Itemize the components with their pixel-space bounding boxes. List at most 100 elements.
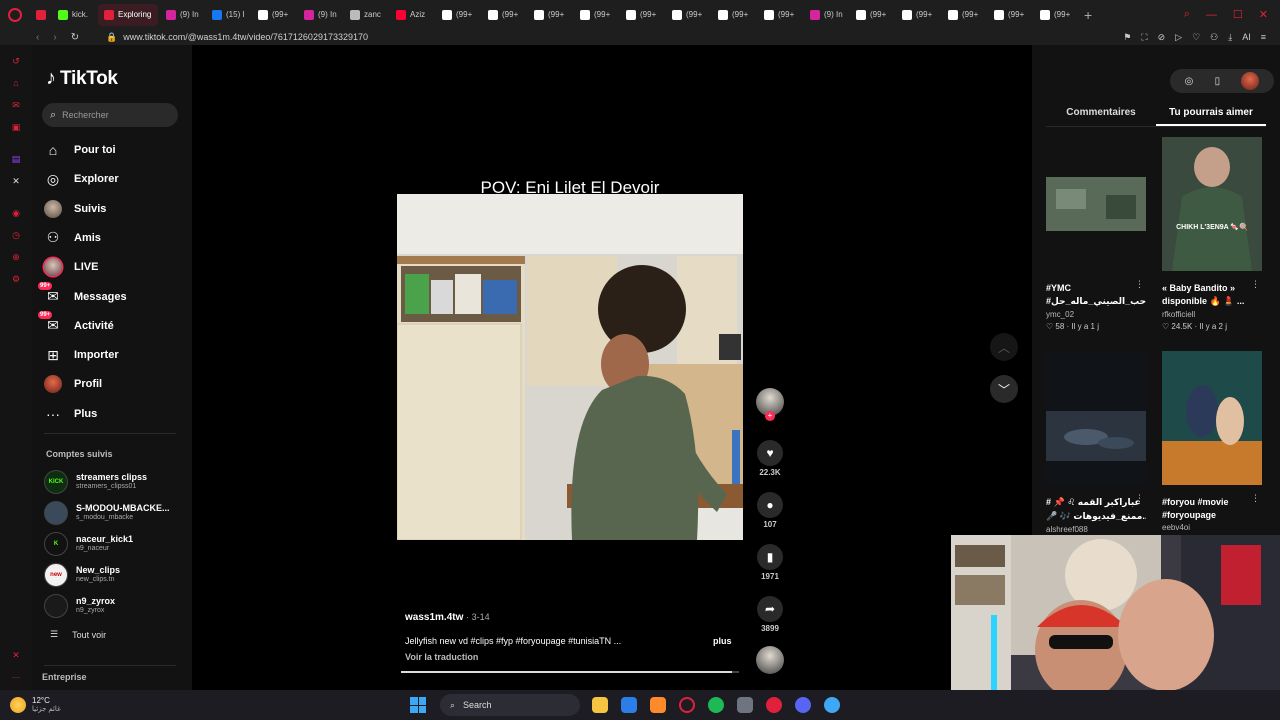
messenger-icon[interactable]: ✉: [10, 99, 22, 111]
search-tabs-icon[interactable]: ⌕: [1184, 8, 1190, 21]
x-icon[interactable]: ✕: [10, 175, 22, 187]
forward-icon[interactable]: ›: [53, 32, 56, 43]
video-thumbnail[interactable]: CHIKH L'3EN9A 🍬🍭: [1162, 137, 1262, 271]
reload-icon[interactable]: ↻: [71, 32, 79, 43]
suggested-video-card[interactable]: CHIKH L'3EN9A 🍬🍭 ⋮ « Baby Bandito » disponi…: [1162, 137, 1262, 331]
taskbar-app-icon[interactable]: [708, 697, 724, 713]
mail-icon[interactable]: ▣: [10, 121, 22, 133]
share-button[interactable]: ➦ 3899: [752, 596, 788, 633]
nav-item-messages[interactable]: ✉ 99+ Messages: [38, 281, 184, 308]
nav-item-pourtoi[interactable]: ⌂ Pour toi: [44, 139, 184, 161]
user-avatar[interactable]: [1241, 72, 1260, 90]
more-options-icon[interactable]: ⋮: [1251, 493, 1260, 504]
browser-tab[interactable]: (99+: [574, 4, 618, 26]
taskbar-app-icon[interactable]: [737, 697, 753, 713]
compass-icon[interactable]: ◎: [1185, 76, 1194, 87]
suggested-video-card[interactable]: ⋮ #YMC #حب_الصيني_ماله_حل... ymc_02 ♡ 58 · I…: [1046, 137, 1146, 331]
shopping-icon[interactable]: ⌂: [10, 77, 22, 89]
settings-icon[interactable]: ⚙: [10, 273, 22, 285]
extensions-icon[interactable]: ✕: [10, 649, 22, 661]
video-thumbnail[interactable]: [1162, 351, 1262, 485]
suggested-video-card[interactable]: ⋮ #foryou #movie #foryoupage eebv4oi: [1162, 351, 1262, 532]
download-icon[interactable]: ⤓: [1228, 32, 1232, 43]
like-button[interactable]: ♥ 22.3K: [752, 440, 788, 477]
account-icon[interactable]: ⚇: [1210, 32, 1218, 43]
clock-icon[interactable]: ◷: [10, 229, 22, 241]
music-disc[interactable]: [752, 646, 788, 674]
more-options-icon[interactable]: ⋮: [1135, 493, 1144, 504]
player-icon[interactable]: ◉: [10, 207, 22, 219]
more-button[interactable]: plus: [713, 636, 732, 646]
adblock-icon[interactable]: ⊘: [1158, 32, 1166, 43]
browser-tab[interactable]: (99+: [482, 4, 526, 26]
taskbar-app-icon[interactable]: [621, 697, 637, 713]
taskbar-app-icon[interactable]: [795, 697, 811, 713]
nav-item-amis[interactable]: ⚇ Amis: [44, 227, 184, 249]
nav-item-live[interactable]: LIVE: [44, 256, 184, 278]
nav-item-suivis[interactable]: Suivis: [44, 198, 184, 220]
browser-tab[interactable]: (99+: [436, 4, 480, 26]
search-input[interactable]: [62, 110, 173, 120]
browser-tab[interactable]: (99+: [942, 4, 986, 26]
taskbar-app-icon[interactable]: [679, 697, 695, 713]
play-icon[interactable]: ▷: [1175, 32, 1182, 43]
back-icon[interactable]: ‹: [36, 32, 39, 43]
nav-item-explorer[interactable]: ◎ Explorer: [44, 168, 184, 190]
suggested-video-card[interactable]: ⋮# 📌 ♌ عباراكبر القمه 🎤 🎶 ممنع_فيديوهات..…: [1046, 351, 1146, 534]
nav-item-profil[interactable]: Profil: [44, 373, 184, 395]
video-player[interactable]: [397, 194, 743, 540]
minimize-icon[interactable]: —: [1206, 9, 1217, 21]
nav-item-activit[interactable]: ✉ 99+ Activité: [38, 310, 184, 337]
taskbar-search[interactable]: ⌕ Search: [440, 694, 580, 716]
next-video-button[interactable]: ﹀: [990, 375, 1018, 403]
browser-tab[interactable]: kick.: [52, 4, 96, 26]
browser-tab[interactable]: (99+: [758, 4, 802, 26]
url-field[interactable]: 🔒 www.tiktok.com/@wass1m.4tw/video/761712…: [106, 32, 368, 43]
creator-avatar[interactable]: +: [752, 388, 788, 421]
twitch-icon[interactable]: ▤: [10, 153, 22, 165]
comment-button[interactable]: ● 107: [752, 492, 788, 529]
ai-button[interactable]: AI: [1242, 32, 1251, 43]
maximize-icon[interactable]: ☐: [1233, 8, 1243, 21]
browser-tab[interactable]: (99+: [666, 4, 710, 26]
taskbar-app-icon[interactable]: [650, 697, 666, 713]
following-account[interactable]: n9_zyrox n9_zyrox: [44, 593, 184, 619]
browser-tab[interactable]: (99+: [1034, 4, 1078, 26]
new-tab-icon[interactable]: +: [1084, 7, 1092, 23]
browser-tab[interactable]: (99+: [252, 4, 296, 26]
opera-logo-icon[interactable]: [0, 0, 30, 29]
browser-tab[interactable]: zanc: [344, 4, 388, 26]
tab-suggested[interactable]: Tu pourrais aimer: [1156, 103, 1266, 126]
following-account[interactable]: Knaceur_kick1 n9_naceur: [44, 531, 184, 557]
browser-tab[interactable]: (9) In: [298, 4, 342, 26]
browser-tab[interactable]: (99+: [712, 4, 756, 26]
following-account[interactable]: KICK streamers clipss streamers_clipss01: [44, 469, 184, 495]
previous-video-button[interactable]: ︿: [990, 333, 1018, 361]
browser-tab[interactable]: Exploring: [98, 3, 158, 26]
following-account[interactable]: new New_clips new_clips.tn: [44, 562, 184, 588]
browser-tab[interactable]: (9) In: [160, 4, 204, 26]
following-account[interactable]: S-MODOU-MBACKE... s_modou_mbacke: [44, 500, 184, 526]
taskbar-app-icon[interactable]: [824, 697, 840, 713]
heart-icon[interactable]: ♡: [1192, 32, 1200, 43]
translate-button[interactable]: Voir la traduction: [405, 652, 478, 662]
bookmark-icon[interactable]: ⚑: [1123, 32, 1131, 43]
follow-plus-icon[interactable]: +: [765, 411, 775, 421]
taskbar-app-icon[interactable]: [592, 697, 608, 713]
snapshot-icon[interactable]: ⛶: [1141, 32, 1147, 43]
menu-icon[interactable]: ≡: [1261, 32, 1266, 43]
browser-tab[interactable]: (9) In: [804, 4, 848, 26]
browser-tab[interactable]: (99+: [850, 4, 894, 26]
see-all-button[interactable]: ☰ Tout voir: [50, 629, 106, 640]
nav-item-importer[interactable]: ⊞ Importer: [44, 344, 184, 366]
browser-tab[interactable]: Aziz: [390, 4, 434, 26]
browser-tab[interactable]: (15) I: [206, 4, 250, 26]
browser-tab[interactable]: (99+: [896, 4, 940, 26]
author-name[interactable]: wass1m.4tw: [405, 612, 463, 623]
browser-tab[interactable]: (99+: [620, 4, 664, 26]
save-button[interactable]: ▮ 1971: [752, 544, 788, 581]
weather-widget[interactable]: 12°C غائم جزئيا: [0, 696, 400, 713]
browser-tab[interactable]: (99+: [528, 4, 572, 26]
enterprise-link[interactable]: Entreprise: [42, 672, 87, 682]
video-thumbnail[interactable]: [1046, 351, 1146, 485]
